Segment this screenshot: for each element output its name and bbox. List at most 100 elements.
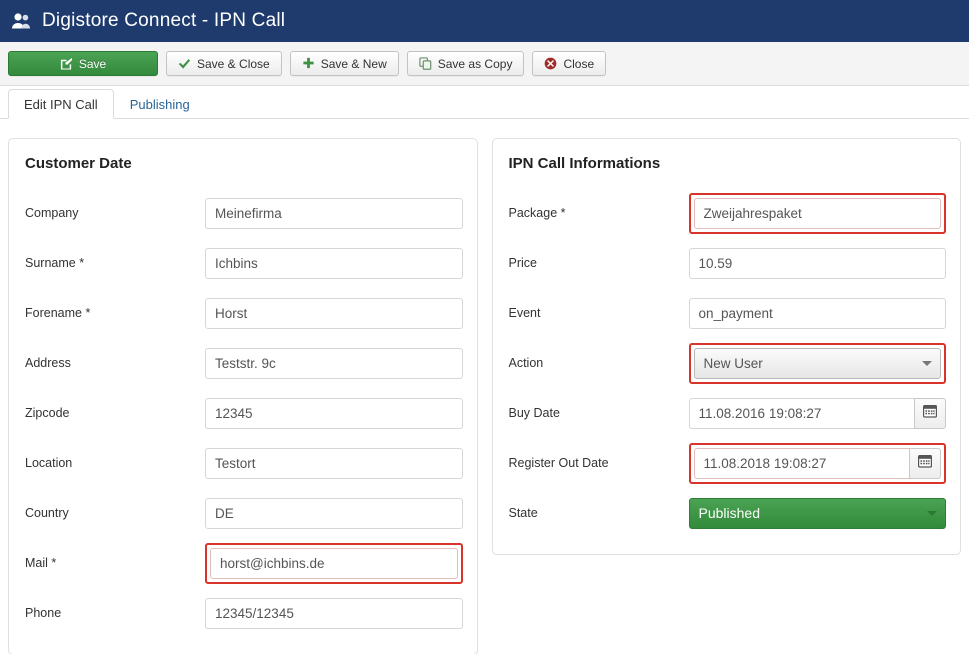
label-event: Event [508, 306, 541, 320]
save-as-copy-button[interactable]: Save as Copy [406, 51, 525, 76]
register-out-date-calendar-button[interactable] [908, 447, 941, 479]
field-state: Published [688, 497, 946, 529]
label-zipcode: Zipcode [25, 406, 70, 420]
package-input[interactable] [693, 197, 941, 229]
chevron-down-icon [927, 511, 937, 516]
label-buy-date: Buy Date [508, 406, 560, 420]
field-forename [205, 297, 463, 329]
action-validation-highlight: New User [688, 342, 946, 384]
field-row-register-out-date: Register Out Date [507, 438, 946, 488]
toolbar: Save Save & Close Save & New Save as Cop… [0, 42, 969, 86]
phone-input[interactable] [205, 597, 463, 629]
label-surname: Surname * [25, 256, 85, 270]
label-state: State [508, 506, 538, 520]
ipn-call-informations-panel: IPN Call Informations Package * Price Ev… [491, 138, 961, 555]
address-input[interactable] [205, 347, 463, 379]
register-out-date-validation-highlight [688, 442, 946, 484]
close-circle-icon [544, 57, 557, 70]
save-and-new-button[interactable]: Save & New [289, 51, 399, 76]
field-mail [205, 542, 463, 584]
field-event [688, 297, 946, 329]
price-input[interactable] [688, 247, 946, 279]
tab-publishing-label: Publishing [129, 96, 190, 112]
buy-date-group [688, 397, 946, 429]
close-button-label: Close [563, 56, 595, 71]
calendar-icon [917, 454, 932, 473]
label-address: Address [25, 356, 71, 370]
field-row-state: State Published [507, 488, 946, 538]
label-package: Package * [508, 206, 566, 220]
package-validation-highlight [688, 192, 946, 234]
action-select[interactable]: New User [693, 347, 941, 379]
zipcode-input[interactable] [205, 397, 463, 429]
field-action: New User [688, 342, 946, 384]
users-icon [10, 10, 32, 32]
plus-icon [302, 57, 315, 70]
field-row-mail: Mail * [23, 538, 463, 588]
field-country [205, 497, 463, 529]
label-action: Action [508, 356, 544, 370]
state-select-value: Published [698, 505, 761, 521]
customer-date-panel-title: Customer Date [25, 155, 132, 172]
save-as-copy-label: Save as Copy [437, 56, 513, 71]
surname-input[interactable] [205, 247, 463, 279]
pencil-square-icon [60, 57, 73, 70]
field-row-buy-date: Buy Date [507, 388, 946, 438]
field-buy-date [688, 397, 946, 429]
buy-date-input[interactable] [688, 397, 914, 429]
field-row-zipcode: Zipcode [23, 388, 463, 438]
page-title: Digistore Connect - IPN Call [42, 10, 286, 31]
tab-publishing[interactable]: Publishing [114, 89, 206, 119]
copy-icon [419, 57, 432, 70]
field-location [205, 447, 463, 479]
field-row-address: Address [23, 338, 463, 388]
tab-edit-ipn-call-label: Edit IPN Call [24, 96, 98, 112]
save-and-new-label: Save & New [320, 56, 387, 71]
tab-edit-ipn-call[interactable]: Edit IPN Call [8, 89, 114, 119]
field-row-price: Price [507, 238, 946, 288]
customer-date-panel: Customer Date Company Surname * Forename… [8, 138, 478, 654]
calendar-icon [922, 404, 937, 423]
register-out-date-input[interactable] [693, 447, 909, 479]
buy-date-calendar-button[interactable] [913, 397, 946, 429]
field-phone [205, 597, 463, 629]
field-register-out-date [688, 442, 946, 484]
label-mail: Mail * [25, 556, 57, 570]
ipn-panel-title: IPN Call Informations [508, 155, 661, 172]
close-button[interactable]: Close [532, 51, 607, 76]
label-location: Location [25, 456, 73, 470]
forename-input[interactable] [205, 297, 463, 329]
field-company [205, 197, 463, 229]
field-address [205, 347, 463, 379]
field-row-location: Location [23, 438, 463, 488]
save-button-label: Save [78, 56, 107, 71]
label-company: Company [25, 206, 79, 220]
save-and-close-button[interactable]: Save & Close [166, 51, 282, 76]
save-button[interactable]: Save [8, 51, 158, 76]
chevron-down-icon [922, 361, 932, 366]
field-row-company: Company [23, 188, 463, 238]
field-zipcode [205, 397, 463, 429]
mail-input[interactable] [210, 547, 458, 579]
label-register-out-date: Register Out Date [508, 456, 609, 470]
country-input[interactable] [205, 497, 463, 529]
field-surname [205, 247, 463, 279]
field-row-action: Action New User [507, 338, 946, 388]
field-package [688, 192, 946, 234]
label-price: Price [508, 256, 537, 270]
label-forename: Forename * [25, 306, 91, 320]
field-row-surname: Surname * [23, 238, 463, 288]
action-select-value: New User [703, 355, 763, 371]
company-input[interactable] [205, 197, 463, 229]
form-content: Customer Date Company Surname * Forename… [0, 119, 969, 654]
tab-bar: Edit IPN Call Publishing [0, 86, 969, 119]
mail-validation-highlight [205, 542, 463, 584]
check-icon [178, 58, 191, 70]
field-row-event: Event [507, 288, 946, 338]
label-country: Country [25, 506, 69, 520]
location-input[interactable] [205, 447, 463, 479]
field-row-phone: Phone [23, 588, 463, 638]
state-select[interactable]: Published [688, 497, 946, 529]
event-input[interactable] [688, 297, 946, 329]
field-row-package: Package * [507, 188, 946, 238]
